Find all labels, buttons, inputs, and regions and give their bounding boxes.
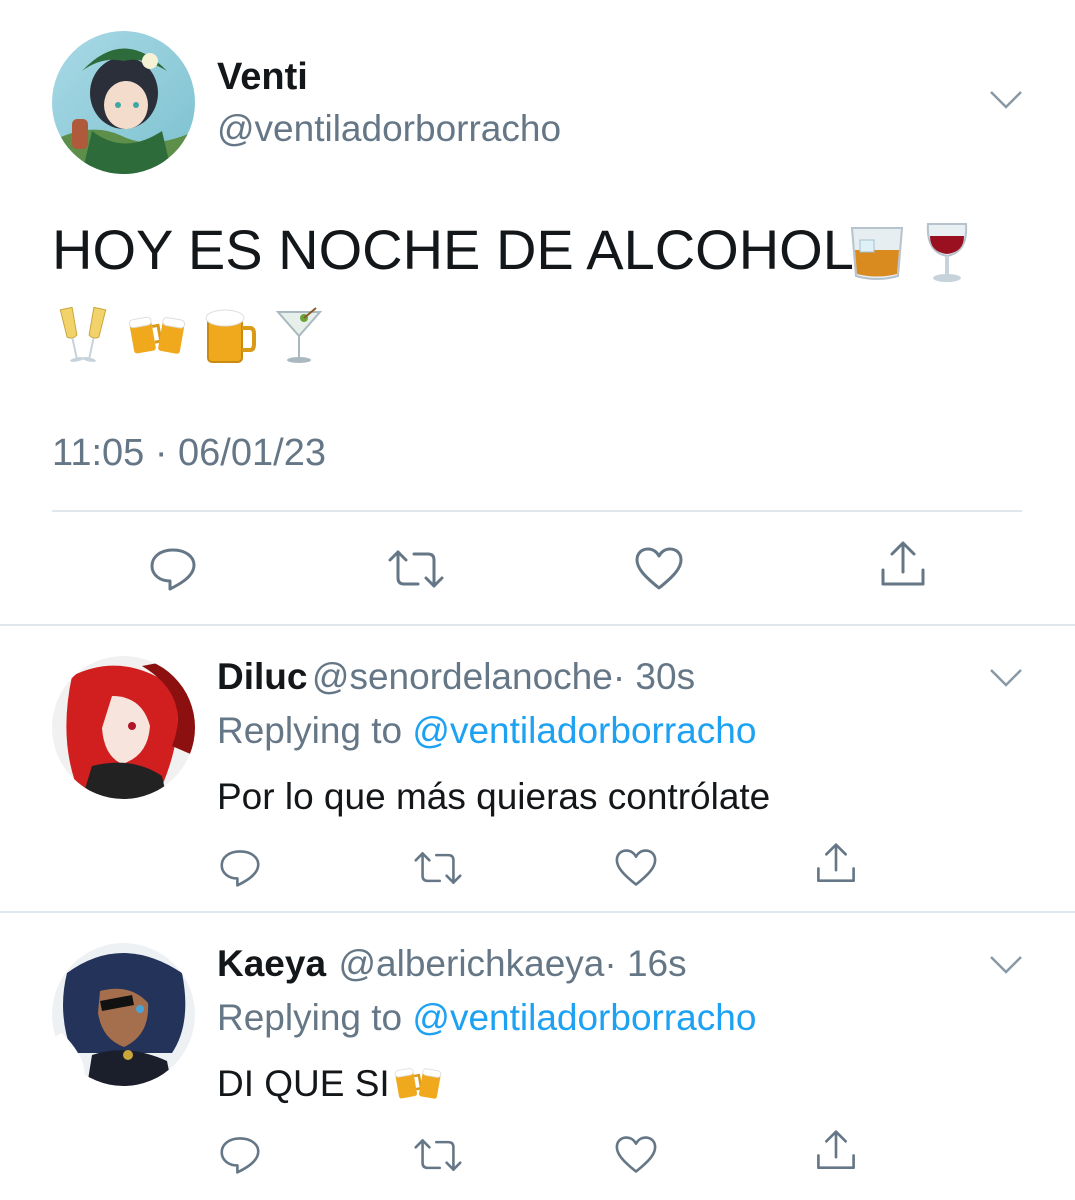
share-icon[interactable]	[814, 842, 858, 886]
tumbler-glass-icon	[846, 222, 908, 282]
diluc-avatar[interactable]	[52, 656, 195, 799]
like-icon[interactable]	[634, 546, 684, 592]
chevron-down-icon[interactable]	[988, 88, 1024, 112]
retweet-icon[interactable]	[412, 850, 464, 886]
replying-to: Replying to @ventiladorborracho	[217, 997, 756, 1039]
reply-icon[interactable]	[218, 848, 262, 888]
divider	[52, 510, 1022, 512]
reply-text: Por lo que más quieras contrólate	[217, 776, 771, 817]
share-icon[interactable]	[814, 1129, 858, 1173]
tweet-timestamp[interactable]: 11:05 · 06/01/23	[52, 432, 326, 475]
replying-to-handle[interactable]: @ventiladorborracho	[412, 710, 756, 751]
venti-avatar[interactable]	[52, 31, 195, 174]
share-icon[interactable]	[878, 540, 928, 590]
clinking-beers-icon	[394, 1064, 442, 1104]
author-handle[interactable]: @ventiladorborracho	[217, 108, 561, 150]
wine-glass-icon	[922, 220, 972, 284]
like-icon[interactable]	[614, 1135, 658, 1175]
chevron-down-icon[interactable]	[988, 666, 1024, 690]
retweet-icon[interactable]	[386, 548, 446, 590]
replying-to-label: Replying to	[217, 710, 403, 751]
chevron-down-icon[interactable]	[988, 953, 1024, 977]
beer-mug-icon	[202, 306, 258, 366]
replying-to: Replying to @ventiladorborracho	[217, 710, 756, 752]
author-name[interactable]: Kaeya	[217, 943, 326, 984]
retweet-icon[interactable]	[412, 1137, 464, 1173]
emoji-row	[52, 300, 332, 370]
like-icon[interactable]	[614, 848, 658, 888]
reply-header: Kaeya @alberichkaeya· 16s	[217, 943, 687, 985]
reply-icon[interactable]	[148, 546, 198, 592]
cocktail-glass-icon	[274, 306, 324, 366]
author-handle[interactable]: @alberichkaeya	[338, 943, 604, 984]
replying-to-handle[interactable]: @ventiladorborracho	[412, 997, 756, 1038]
tweet-text: HOY ES NOCHE DE ALCOHOL	[52, 222, 854, 278]
reply-age: · 16s	[604, 943, 687, 984]
kaeya-avatar[interactable]	[52, 943, 195, 1086]
replying-to-label: Replying to	[217, 997, 403, 1038]
reply-text: DI QUE SI	[217, 1063, 442, 1105]
author-name[interactable]: Diluc	[217, 656, 307, 697]
reply-header: Diluc @senordelanoche· 30s	[217, 656, 695, 698]
reply-tweet[interactable]: Diluc @senordelanoche· 30s Replying to @…	[0, 626, 1075, 912]
tweet-text-content: HOY ES NOCHE DE ALCOHOL	[52, 218, 854, 281]
reply-icon[interactable]	[218, 1135, 262, 1175]
clinking-glasses-icon	[58, 306, 108, 366]
clinking-beers-icon	[128, 312, 186, 360]
author-name[interactable]: Venti	[217, 56, 308, 99]
reply-tweet[interactable]: Kaeya @alberichkaeya· 16s Replying to @v…	[0, 913, 1075, 1200]
reply-text-content: DI QUE SI	[217, 1063, 390, 1104]
reply-age: · 30s	[612, 656, 696, 697]
author-handle[interactable]: @senordelanoche	[312, 656, 613, 697]
